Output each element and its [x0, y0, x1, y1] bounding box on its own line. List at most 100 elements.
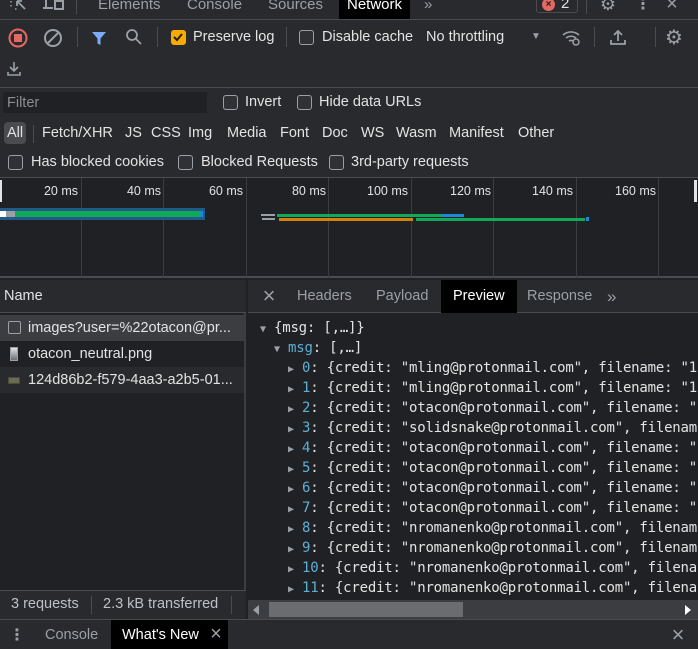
invert-checkbox[interactable]: [223, 95, 238, 110]
drawer-tab-whats-new[interactable]: What's New ×: [111, 620, 228, 649]
timeline-overview[interactable]: 20 ms 40 ms 60 ms 80 ms 100 ms 120 ms 14…: [0, 178, 698, 278]
type-filter-js[interactable]: JS: [125, 122, 142, 144]
invert-label[interactable]: Invert: [245, 94, 281, 110]
drawer-menu-icon[interactable]: ⋮: [9, 625, 25, 645]
type-filter-other[interactable]: Other: [518, 122, 554, 144]
tab-console[interactable]: Console: [187, 0, 242, 19]
json-array-item[interactable]: ▶ 0: {credit: "mling@protonmail.com", fil…: [288, 360, 697, 376]
name-column-header[interactable]: Name: [0, 280, 246, 313]
more-detail-tabs-icon[interactable]: »: [607, 280, 616, 313]
device-toolbar-icon[interactable]: [42, 0, 66, 14]
network-conditions-icon[interactable]: [561, 27, 583, 47]
json-array-item[interactable]: ▶ 5: {credit: "otacon@protonmail.com", fi…: [288, 460, 697, 476]
bar-segment-waiting: [416, 218, 585, 221]
more-tabs-icon[interactable]: »: [424, 0, 432, 19]
json-index: 0: [302, 360, 311, 376]
json-index: 8: [302, 520, 311, 536]
request-row[interactable]: 124d86b2-f579-4aa3-a2b5-01...: [0, 367, 244, 393]
clear-icon[interactable]: [43, 28, 63, 48]
tick-label: 20 ms: [43, 184, 78, 198]
has-blocked-cookies-checkbox[interactable]: [8, 155, 23, 170]
json-array-item[interactable]: ▶ 3: {credit: "solidsnake@protonmail.com"…: [288, 420, 697, 436]
network-settings-icon[interactable]: ⚙: [663, 26, 685, 49]
filter-input[interactable]: [3, 92, 207, 113]
collapsed-triangle-icon: ▶: [288, 384, 294, 395]
json-index: 3: [302, 420, 311, 436]
json-index: 6: [302, 480, 311, 496]
json-root-node[interactable]: ▼ {msg: [,…]}: [260, 320, 365, 336]
horizontal-scrollbar[interactable]: [248, 600, 698, 619]
timeline-right-handle[interactable]: [694, 180, 697, 202]
throttling-select[interactable]: No throttling: [426, 29, 504, 45]
json-array-item[interactable]: ▶ 11: {credit: "nromanenko@protonmail.com…: [288, 580, 697, 596]
third-party-checkbox[interactable]: [329, 155, 344, 170]
drawer-tab-label: What's New: [122, 627, 199, 643]
json-msg-node[interactable]: ▼ msg: [,…]: [274, 340, 362, 356]
tab-response[interactable]: Response: [527, 280, 592, 313]
json-array-item[interactable]: ▶ 8: {credit: "nromanenko@protonmail.com"…: [288, 520, 697, 536]
json-array-item[interactable]: ▶ 7: {credit: "otacon@protonmail.com", fi…: [288, 500, 697, 516]
tab-network[interactable]: Network: [339, 0, 411, 19]
preserve-log-checkbox[interactable]: [171, 30, 186, 45]
json-array-item[interactable]: ▶ 10: {credit: "nromanenko@protonmail.com…: [288, 560, 697, 576]
blocked-requests-label[interactable]: Blocked Requests: [201, 154, 318, 170]
json-credit-value: otacon@protonmail.com: [408, 400, 582, 416]
json-array-item[interactable]: ▶ 4: {credit: "otacon@protonmail.com", fi…: [288, 440, 697, 456]
error-icon: ×: [542, 0, 555, 11]
type-filter-img[interactable]: Img: [188, 122, 212, 144]
type-filter-font[interactable]: Font: [280, 122, 309, 144]
tick-label: 60 ms: [208, 184, 243, 198]
disable-cache-checkbox[interactable]: [299, 30, 314, 45]
tab-headers[interactable]: Headers: [297, 280, 352, 313]
more-options-icon[interactable]: ⋮: [635, 0, 651, 14]
request-row[interactable]: otacon_neutral.png: [0, 341, 244, 367]
grid-line: [328, 178, 329, 278]
close-drawer-icon[interactable]: ×: [668, 622, 688, 647]
type-filter-media[interactable]: Media: [227, 122, 267, 144]
json-array-item[interactable]: ▶ 2: {credit: "otacon@protonmail.com", fi…: [288, 400, 697, 416]
third-party-label[interactable]: 3rd-party requests: [351, 154, 469, 170]
tab-elements[interactable]: Elements: [98, 0, 161, 19]
settings-gear-icon[interactable]: ⚙: [598, 0, 618, 14]
type-filter-manifest[interactable]: Manifest: [449, 122, 504, 144]
json-array-item[interactable]: ▶ 6: {credit: "otacon@protonmail.com", fi…: [288, 480, 697, 496]
drawer-tab-console[interactable]: Console: [45, 627, 98, 643]
export-har-icon[interactable]: [5, 59, 23, 77]
divider: [33, 125, 34, 143]
json-array-item[interactable]: ▶ 1: {credit: "mling@protonmail.com", fil…: [288, 380, 697, 396]
type-filter-css[interactable]: CSS: [151, 122, 181, 144]
tab-payload[interactable]: Payload: [376, 280, 428, 313]
divider: [655, 27, 656, 47]
type-filter-ws[interactable]: WS: [361, 122, 384, 144]
type-filter-all[interactable]: All: [4, 122, 27, 144]
search-icon[interactable]: [125, 28, 143, 46]
throttling-dropdown-icon[interactable]: ▼: [530, 30, 542, 42]
scroll-right-icon[interactable]: [685, 605, 691, 615]
filter-icon[interactable]: [90, 29, 108, 47]
tab-preview[interactable]: Preview: [441, 280, 517, 313]
preserve-log-label[interactable]: Preserve log: [193, 29, 274, 45]
import-har-icon[interactable]: [608, 27, 628, 47]
scroll-left-icon[interactable]: [253, 605, 259, 615]
close-tab-icon[interactable]: ×: [208, 623, 224, 645]
type-filter-wasm[interactable]: Wasm: [396, 122, 437, 144]
timeline-left-handle[interactable]: [0, 180, 2, 202]
tab-sources[interactable]: Sources: [268, 0, 323, 19]
has-blocked-cookies-label[interactable]: Has blocked cookies: [31, 154, 164, 170]
close-detail-icon[interactable]: ×: [260, 283, 278, 308]
close-devtools-icon[interactable]: ×: [662, 0, 682, 15]
hide-data-urls-label[interactable]: Hide data URLs: [319, 94, 421, 110]
record-stop-icon[interactable]: [8, 28, 28, 48]
json-punct: ": [581, 400, 591, 416]
error-badge[interactable]: × 2: [536, 0, 578, 13]
type-filter-doc[interactable]: Doc: [322, 122, 348, 144]
blocked-requests-checkbox[interactable]: [178, 155, 193, 170]
hide-data-urls-checkbox[interactable]: [297, 95, 312, 110]
scrollbar-thumb[interactable]: [269, 602, 463, 617]
type-filter-fetch-xhr[interactable]: Fetch/XHR: [42, 122, 113, 144]
inspect-element-icon[interactable]: [8, 0, 28, 14]
json-array-item[interactable]: ▶ 9: {credit: "nromanenko@protonmail.com"…: [288, 540, 697, 556]
request-row[interactable]: images?user=%22otacon@pr...: [0, 315, 244, 341]
disable-cache-label[interactable]: Disable cache: [322, 29, 413, 45]
collapsed-triangle-icon: ▶: [288, 424, 294, 435]
